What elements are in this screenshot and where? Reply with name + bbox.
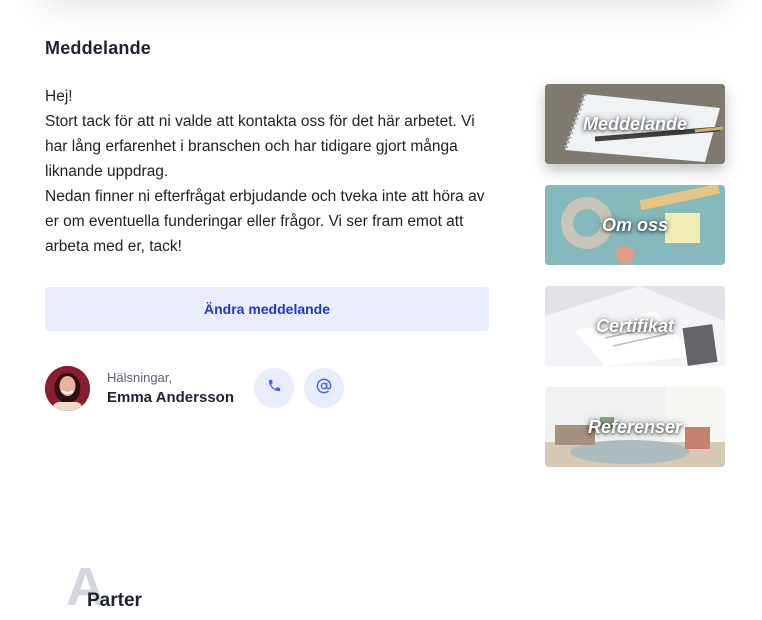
- at-sign-icon: [316, 378, 332, 399]
- tile-label: Certifikat: [595, 315, 675, 336]
- signature: Hälsningar, Emma Andersson: [45, 366, 234, 411]
- tile-label: Referenser: [587, 416, 683, 437]
- parties-title: Parter: [87, 590, 142, 611]
- phone-icon: [267, 378, 282, 398]
- tile-certifikat[interactable]: Certifikat: [545, 286, 725, 366]
- tile-label: Om oss: [601, 214, 669, 235]
- call-button[interactable]: [254, 368, 294, 408]
- signature-greeting: Hälsningar,: [107, 369, 173, 385]
- tile-referenser[interactable]: Referenser: [545, 387, 725, 467]
- message-body: Hej! Stort tack för att ni valde att kon…: [45, 84, 495, 259]
- tile-label: Meddelande: [582, 113, 688, 134]
- sender-name: Emma Andersson: [107, 388, 234, 406]
- section-title: Meddelande: [45, 38, 152, 58]
- tile-meddelande[interactable]: Meddelande: [545, 84, 725, 164]
- message-paragraph: Stort tack för att ni valde att kontakta…: [45, 113, 475, 180]
- email-button[interactable]: [304, 368, 344, 408]
- tile-om-oss[interactable]: Om oss: [545, 185, 725, 265]
- edit-message-button[interactable]: Ändra meddelande: [45, 287, 489, 331]
- message-paragraph: Nedan finner ni efterfrågat erbjudande o…: [45, 188, 485, 255]
- avatar: [45, 366, 90, 411]
- section-tiles: Meddelande Om oss Certifikat Referenser: [545, 84, 725, 488]
- message-greeting: Hej!: [45, 88, 73, 105]
- parties-section-heading: A Parter: [66, 557, 266, 620]
